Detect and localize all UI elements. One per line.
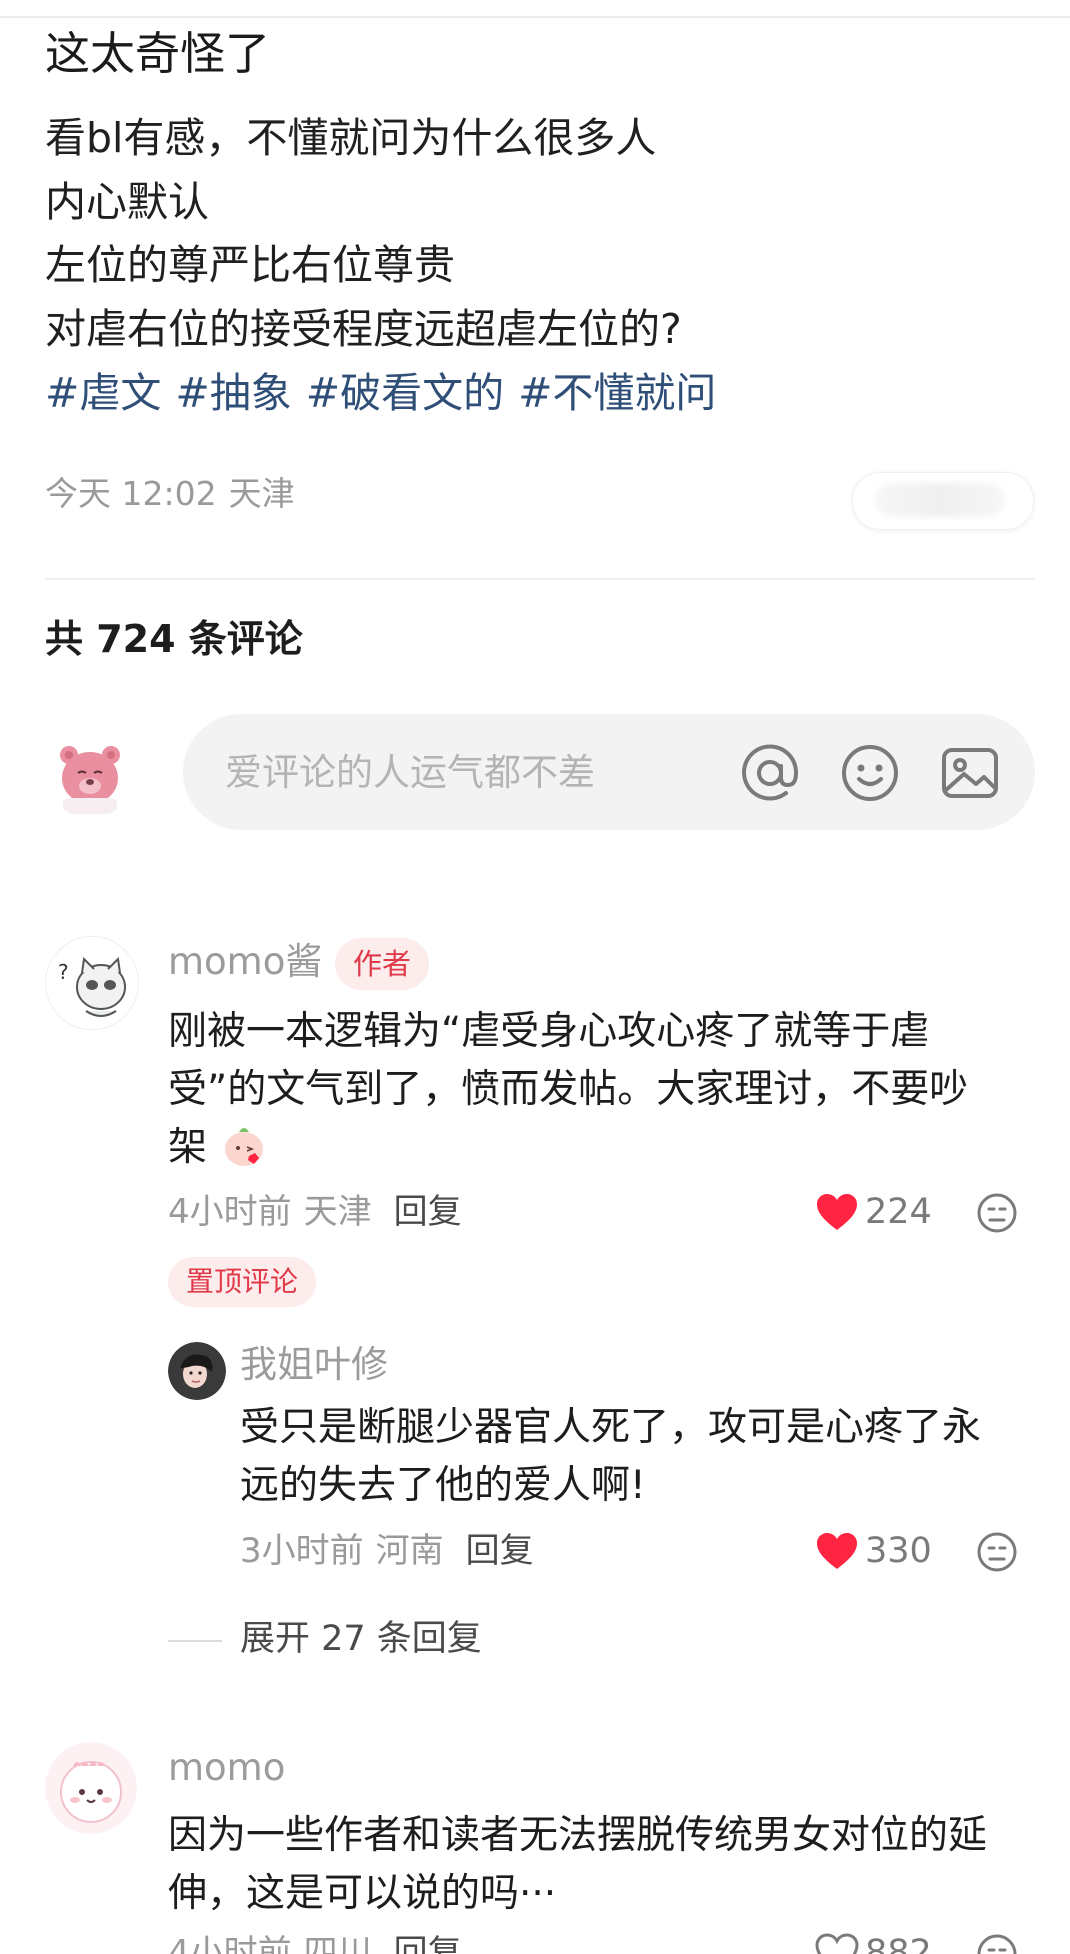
reply-button[interactable]: 回复	[394, 1192, 462, 1232]
svg-text:?: ?	[58, 960, 69, 984]
comment-text-line: 因为一些作者和读者无法摆脱传统男女对位的延	[168, 1813, 988, 1858]
reply-button[interactable]: 回复	[466, 1531, 534, 1571]
expand-divider	[168, 1640, 222, 1642]
like-button[interactable]: 224	[815, 1189, 932, 1235]
comment-time: 4小时前	[168, 1192, 292, 1232]
comment-meta: 4小时前 天津 回复	[168, 1189, 462, 1235]
comment-username[interactable]: momo酱	[168, 937, 322, 987]
like-button[interactable]: 330	[815, 1528, 932, 1574]
reply-button[interactable]: 回复	[394, 1933, 462, 1954]
reply-username[interactable]: 我姐叶修	[240, 1340, 388, 1390]
post-title: 这太奇怪了	[45, 27, 271, 80]
comment-username[interactable]: momo	[168, 1743, 285, 1793]
comment-count: 共 724 条评论	[45, 617, 303, 661]
comment-meta: 4小时前 四川 回复	[168, 1930, 462, 1954]
reply-avatar[interactable]	[168, 1342, 226, 1400]
peach-sticker-icon	[225, 1128, 264, 1166]
neutral-face-icon[interactable]	[975, 1191, 1019, 1235]
post-body-line: 对虐右位的接受程度远超虐左位的?	[45, 305, 682, 353]
author-badge: 作者	[335, 938, 430, 990]
post-body-line: 左位的尊严比右位尊贵	[45, 241, 455, 289]
post-date: 今天 12:02	[45, 474, 217, 513]
blurred-action-pill[interactable]	[852, 472, 1034, 530]
hashtag-link[interactable]: #不懂就问	[518, 369, 716, 417]
image-icon[interactable]	[939, 742, 1001, 804]
comment-text-line-end: 架	[168, 1125, 208, 1170]
like-count: 330	[865, 1531, 932, 1571]
emoji-icon[interactable]	[839, 742, 901, 804]
post-body-line: 内心默认	[45, 178, 209, 226]
comment-avatar[interactable]: ?	[45, 936, 139, 1030]
comment-input-box[interactable]	[183, 714, 1035, 830]
post-location: 天津	[228, 474, 295, 513]
reply-text-line: 受只是断腿少器官人死了，攻可是心疼了永	[240, 1405, 982, 1450]
heart-filled-icon	[817, 1533, 857, 1569]
comment-text-line: 受”的文气到了，愤而发帖。大家理讨，不要吵	[168, 1067, 969, 1112]
my-avatar[interactable]	[45, 728, 135, 818]
reply-time: 3小时前	[240, 1531, 364, 1571]
reply-meta: 3小时前 河南 回复	[240, 1528, 534, 1574]
post-detail-page: 这太奇怪了 看bl有感，不懂就问为什么很多人 内心默认 左位的尊严比右位尊贵 对…	[0, 0, 1070, 1954]
heart-outline-icon	[815, 1933, 859, 1954]
comment-text-line: 架	[168, 1120, 269, 1176]
neutral-face-icon[interactable]	[975, 1530, 1019, 1574]
comment-location: 天津	[303, 1192, 372, 1232]
hashtag-link[interactable]: #破看文的	[306, 369, 504, 417]
post-body-line: 看bl有感，不懂就问为什么很多人	[45, 114, 657, 162]
like-count: 224	[865, 1192, 932, 1232]
expand-replies-button[interactable]: 展开 27 条回复	[240, 1614, 482, 1664]
comment-text-line: 伸，这是可以说的吗···	[168, 1871, 557, 1916]
pinned-badge: 置顶评论	[168, 1257, 317, 1307]
hashtag-link[interactable]: #虐文	[45, 369, 161, 417]
section-divider	[45, 578, 1035, 580]
reply-location: 河南	[375, 1531, 444, 1571]
comment-location: 四川	[303, 1933, 372, 1954]
neutral-face-icon[interactable]	[975, 1932, 1019, 1954]
like-count: 882	[865, 1933, 932, 1954]
top-divider	[0, 16, 1070, 18]
comment-time: 4小时前	[168, 1933, 292, 1954]
at-icon[interactable]	[739, 742, 801, 804]
comment-text-line: 刚被一本逻辑为“虐受身心攻心疼了就等于虐	[168, 1009, 930, 1054]
like-button[interactable]: 882	[815, 1930, 932, 1954]
heart-filled-icon	[817, 1194, 857, 1230]
hashtag-row: #虐文 #抽象 #破看文的 #不懂就问	[45, 365, 730, 421]
comment-avatar[interactable]	[45, 1742, 137, 1834]
comment-input[interactable]	[225, 746, 705, 798]
hashtag-link[interactable]: #抽象	[175, 369, 291, 417]
post-meta: 今天 12:02 天津	[45, 472, 307, 516]
reply-text-line: 远的失去了他的爱人啊!	[240, 1463, 646, 1508]
